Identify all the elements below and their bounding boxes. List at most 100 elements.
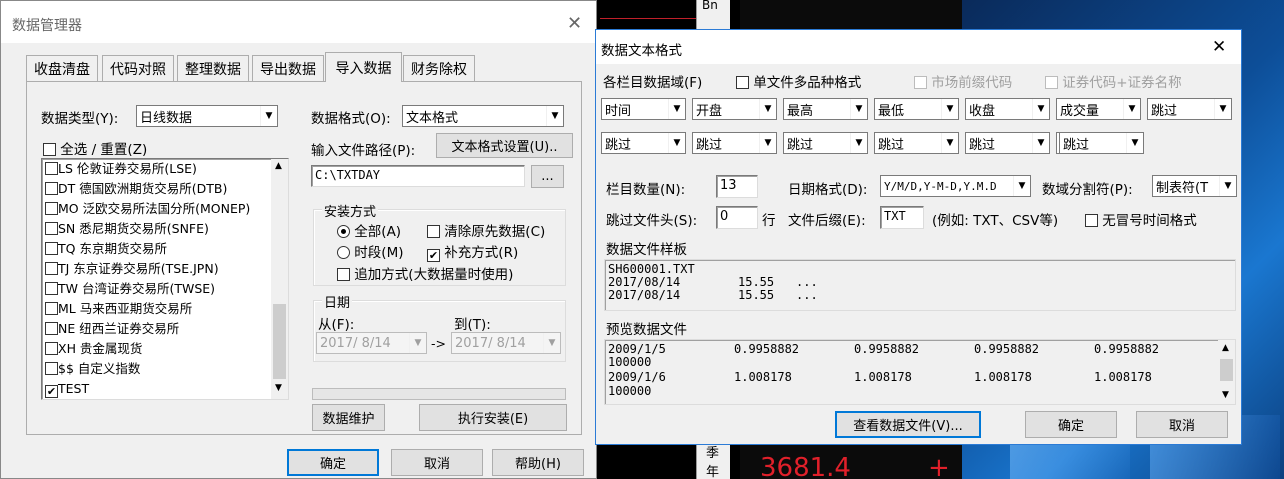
preview-scrollbar[interactable]: ▲ ▼ (1218, 340, 1235, 404)
market-list[interactable]: LS 伦敦证券交易所(LSE) DT 德国欧洲期货交易所(DTB) MO 泛欧交… (41, 158, 289, 400)
tab-close-clear[interactable]: 收盘清盘 (26, 55, 98, 81)
preview-box[interactable]: 2009/1/5 0.9958882 0.9958882 0.9958882 0… (604, 339, 1236, 405)
column-6-select[interactable]: 成交量 ▼ (1056, 98, 1141, 120)
checkbox-icon[interactable] (45, 242, 58, 255)
radio-period[interactable]: 时段(M) (337, 241, 403, 261)
supplement-mode-checkbox[interactable]: ✔ 补充方式(R) (427, 241, 518, 262)
chevron-down-icon[interactable]: ▼ (275, 383, 282, 393)
list-item[interactable]: TJ 东京证券交易所(TSE.JPN) (42, 259, 270, 279)
list-item[interactable]: $$ 自定义指数 (42, 359, 270, 379)
tab-financial-rights[interactable]: 财务除权 (403, 55, 475, 81)
list-item[interactable]: TQ 东京期货交易所 (42, 239, 270, 259)
clear-old-data-checkbox[interactable]: 清除原先数据(C) (427, 220, 545, 240)
checkbox-icon[interactable] (914, 76, 927, 89)
radio-icon[interactable] (337, 225, 350, 238)
chevron-down-icon[interactable]: ▼ (941, 99, 958, 119)
chevron-down-icon[interactable]: ▼ (546, 106, 563, 126)
data-maintenance-button[interactable]: 数据维护 (312, 404, 385, 431)
checkbox-icon[interactable] (45, 302, 58, 315)
chevron-down-icon[interactable]: ▼ (1013, 176, 1030, 196)
checkbox-icon[interactable] (45, 362, 58, 375)
chevron-down-icon[interactable]: ▼ (668, 133, 685, 153)
checkbox-icon[interactable] (43, 143, 56, 156)
chevron-down-icon[interactable]: ▼ (1222, 390, 1229, 400)
view-data-file-button[interactable]: 查看数据文件(V)... (835, 411, 981, 438)
column-3-select[interactable]: 最高 ▼ (783, 98, 868, 120)
checkbox-icon[interactable] (45, 222, 58, 235)
dialog-ok-button[interactable]: 确定 (1025, 411, 1117, 438)
checkbox-icon[interactable] (1085, 214, 1098, 227)
chevron-down-icon[interactable]: ▼ (668, 99, 685, 119)
checkbox-icon[interactable] (45, 162, 58, 175)
chevron-down-icon[interactable]: ▼ (1214, 99, 1231, 119)
checkbox-icon[interactable] (736, 76, 749, 89)
execute-install-button[interactable]: 执行安装(E) (419, 404, 567, 431)
select-all-checkbox[interactable]: 全选 / 重置(Z) (43, 138, 147, 158)
code-name-checkbox[interactable]: 证券代码+证券名称 (1045, 71, 1182, 91)
tab-export-data[interactable]: 导出数据 (252, 55, 324, 81)
input-path-field[interactable]: C:\TXTDAY (311, 165, 525, 187)
list-item[interactable]: ✔ TEST (42, 379, 270, 399)
chevron-down-icon[interactable]: ▼ (1032, 99, 1049, 119)
chevron-down-icon[interactable]: ▼ (941, 133, 958, 153)
checkbox-icon[interactable] (45, 322, 58, 335)
column-8-select[interactable]: 跳过 ▼ (601, 132, 686, 154)
date-format-select[interactable]: Y/M/D,Y-M-D,Y.M.D ▼ (880, 175, 1031, 197)
dialog-cancel-button[interactable]: 取消 (1136, 411, 1228, 438)
checkbox-icon[interactable] (45, 282, 58, 295)
column-12-select[interactable]: 跳过 ▼ (965, 132, 1050, 154)
checkbox-icon[interactable] (427, 225, 440, 238)
cancel-button[interactable]: 取消 (391, 449, 483, 476)
help-button[interactable]: 帮助(H) (492, 449, 584, 476)
chevron-down-icon[interactable]: ▼ (759, 133, 776, 153)
append-mode-checkbox[interactable]: 追加方式(大数据量时使用) (337, 263, 513, 283)
column-11-select[interactable]: 跳过 ▼ (874, 132, 959, 154)
no-colon-time-checkbox[interactable]: 无冒号时间格式 (1085, 209, 1197, 229)
chevron-down-icon[interactable]: ▼ (1032, 133, 1049, 153)
column-count-input[interactable]: 13 (716, 175, 758, 198)
single-file-multi-checkbox[interactable]: 单文件多品种格式 (736, 71, 861, 91)
checkbox-icon[interactable] (1045, 76, 1058, 89)
close-icon[interactable]: ✕ (567, 13, 582, 34)
column-10-select[interactable]: 跳过 ▼ (783, 132, 868, 154)
column-14-select[interactable]: 跳过 ▼ (1059, 132, 1144, 154)
data-type-select[interactable]: 日线数据 ▼ (136, 105, 278, 127)
checkbox-icon[interactable]: ✔ (45, 385, 58, 398)
tab-code-map[interactable]: 代码对照 (102, 55, 174, 81)
data-format-select[interactable]: 文本格式 ▼ (402, 105, 564, 127)
list-item[interactable]: TW 台湾证券交易所(TWSE) (42, 279, 270, 299)
checkbox-icon[interactable] (45, 342, 58, 355)
list-item[interactable]: MO 泛欧交易所法国分所(MONEP) (42, 199, 270, 219)
chevron-down-icon[interactable]: ▼ (1219, 176, 1236, 196)
separator-select[interactable]: 制表符(T ▼ (1152, 175, 1237, 197)
tab-import-data[interactable]: 导入数据 (325, 52, 402, 82)
chevron-down-icon[interactable]: ▼ (1123, 99, 1140, 119)
chevron-down-icon[interactable]: ▼ (543, 333, 560, 353)
to-date-picker[interactable]: 2017/ 8/14 ▼ (451, 332, 561, 354)
chevron-down-icon[interactable]: ▼ (850, 133, 867, 153)
checkbox-icon[interactable] (45, 182, 58, 195)
radio-icon[interactable] (337, 246, 350, 259)
market-prefix-checkbox[interactable]: 市场前缀代码 (914, 71, 1012, 91)
text-format-settings-button[interactable]: 文本格式设置(U).. (436, 133, 573, 158)
chevron-down-icon[interactable]: ▼ (1126, 133, 1143, 153)
radio-all[interactable]: 全部(A) (337, 220, 401, 240)
skip-header-input[interactable]: 0 (716, 206, 758, 229)
list-item[interactable]: SN 悉尼期货交易所(SNFE) (42, 219, 270, 239)
list-item[interactable]: XH 贵金属现货 (42, 339, 270, 359)
column-4-select[interactable]: 最低 ▼ (874, 98, 959, 120)
column-9-select[interactable]: 跳过 ▼ (692, 132, 777, 154)
list-item[interactable]: DT 德国欧洲期货交易所(DTB) (42, 179, 270, 199)
chevron-down-icon[interactable]: ▼ (850, 99, 867, 119)
list-item[interactable]: NE 纽西兰证券交易所 (42, 319, 270, 339)
market-list-scrollbar[interactable]: ▲ ▼ (271, 159, 288, 399)
column-7-select[interactable]: 跳过 ▼ (1147, 98, 1232, 120)
from-date-picker[interactable]: 2017/ 8/14 ▼ (316, 332, 427, 354)
chevron-up-icon[interactable]: ▲ (1222, 343, 1229, 353)
chevron-down-icon[interactable]: ▼ (260, 106, 277, 126)
ok-button[interactable]: 确定 (287, 449, 379, 476)
chevron-down-icon[interactable]: ▼ (409, 333, 426, 353)
close-icon[interactable]: ✕ (1212, 37, 1226, 57)
checkbox-icon[interactable]: ✔ (427, 249, 440, 262)
browse-button[interactable]: ... (531, 165, 564, 188)
